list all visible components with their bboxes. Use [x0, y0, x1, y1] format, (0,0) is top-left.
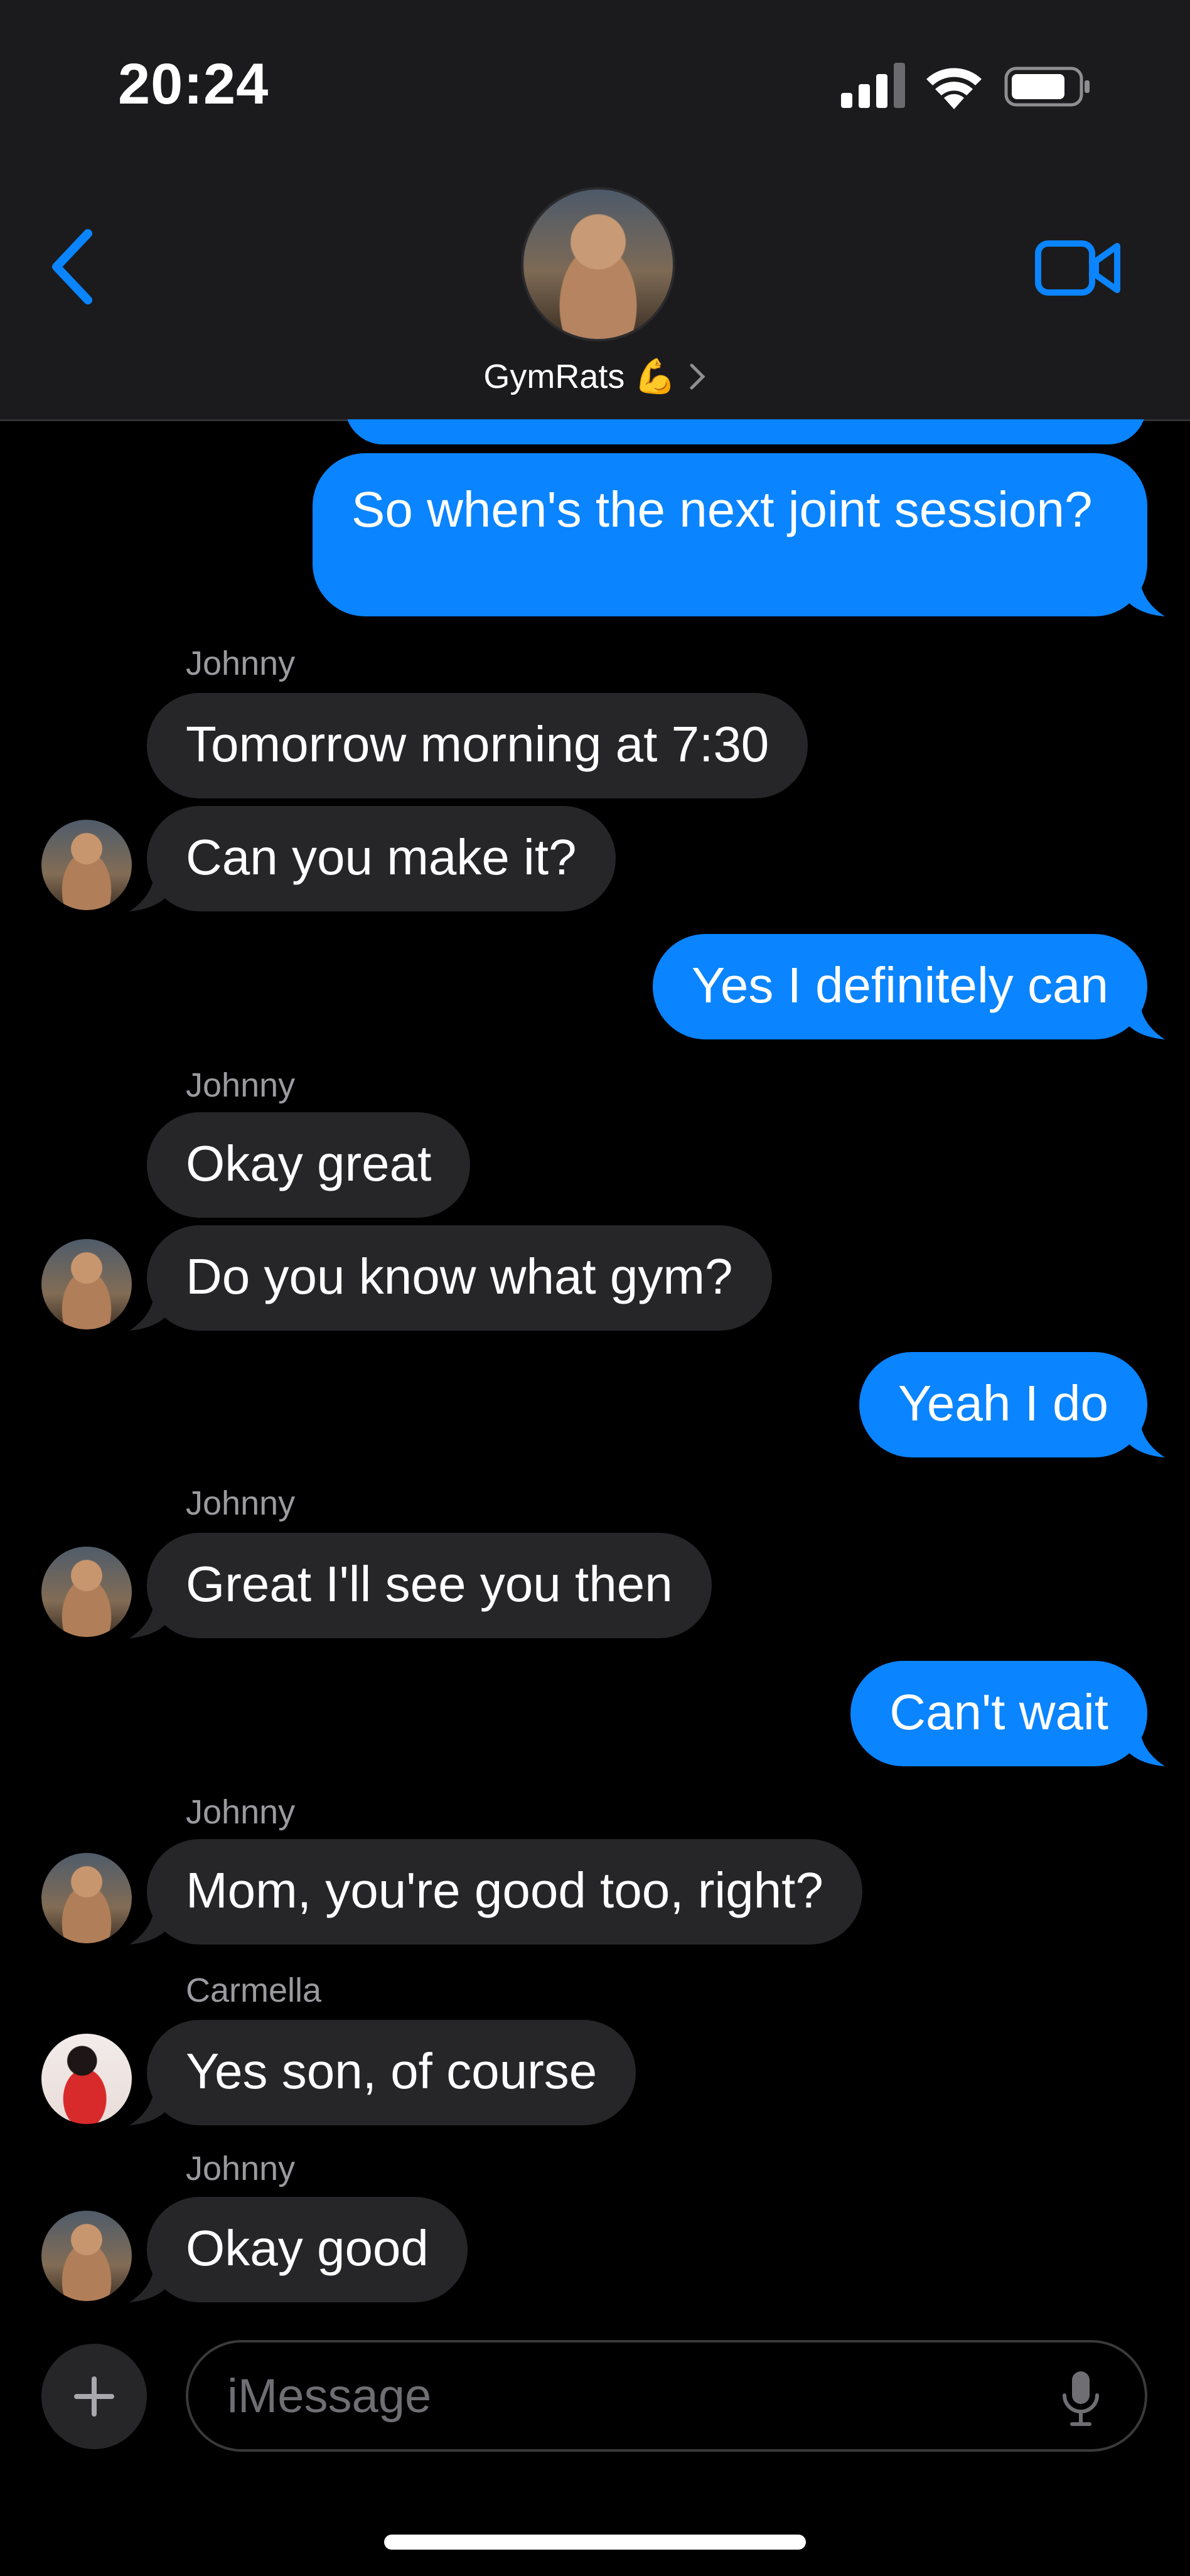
message-text: Great I'll see you then [186, 1556, 673, 1612]
message-bubble-partial[interactable] [345, 419, 1146, 444]
message-bubble-outgoing[interactable]: Can't wait [850, 1661, 1165, 1766]
sender-name: Johnny [186, 1793, 296, 1831]
compose-bar: iMessage [0, 2321, 1190, 2576]
bubble-tail [1115, 575, 1165, 616]
bubble-tail [1115, 1725, 1165, 1766]
bubble-tail [129, 2084, 180, 2125]
group-name: GymRats 💪 [483, 357, 677, 395]
message-placeholder: iMessage [227, 2369, 432, 2423]
message-bubble-incoming[interactable]: Tomorrow morning at 7:30 [147, 693, 808, 798]
message-text: Do you know what gym? [186, 1248, 733, 1304]
message-bubble-outgoing[interactable]: So when's the next joint session? [313, 453, 1165, 616]
plus-icon [74, 2376, 114, 2417]
wifi-icon [926, 68, 982, 109]
microphone-icon[interactable] [1061, 2369, 1101, 2427]
video-camera-icon[interactable] [1034, 237, 1122, 299]
signal-icon [841, 63, 905, 108]
message-text: Tomorrow morning at 7:30 [186, 716, 769, 772]
message-bubble-outgoing[interactable]: Yes I definitely can [652, 934, 1165, 1039]
avatar-johnny[interactable] [41, 1239, 132, 1329]
avatar-johnny[interactable] [41, 1853, 132, 1943]
battery-icon [1004, 67, 1090, 107]
message-list[interactable]: So when's the next joint session? Johnny… [0, 419, 1190, 2321]
apps-plus-button[interactable] [41, 2344, 147, 2449]
avatar-johnny[interactable] [41, 1547, 132, 1637]
message-text: So when's the next joint session? [351, 481, 1093, 537]
sender-name: Johnny [186, 645, 296, 682]
bubble-tail [1115, 998, 1165, 1039]
group-avatar[interactable] [521, 187, 675, 341]
conversation-header: GymRats 💪 [0, 157, 1190, 421]
message-text: Can't wait [889, 1684, 1108, 1740]
message-bubble-incoming[interactable]: Mom, you're good too, right? [129, 1839, 862, 1945]
sender-name: Johnny [186, 2150, 296, 2187]
status-time: 20:24 [118, 52, 269, 116]
group-info-button[interactable]: GymRats 💪 [0, 353, 1190, 400]
message-bubble-outgoing[interactable]: Yeah I do [859, 1352, 1165, 1457]
sender-name: Johnny [186, 1484, 296, 1522]
bubble-tail [1115, 1416, 1165, 1457]
message-text: Okay good [186, 2220, 429, 2276]
message-bubble-incoming[interactable]: Okay good [129, 2197, 468, 2302]
home-indicator[interactable] [384, 2535, 806, 2550]
chevron-right-icon [690, 363, 705, 390]
message-bubble-incoming[interactable]: Great I'll see you then [129, 1533, 712, 1638]
back-chevron-icon[interactable] [44, 226, 100, 308]
bubble-tail [129, 1597, 180, 1638]
sender-name: Johnny [186, 1066, 296, 1104]
message-bubble-incoming[interactable]: Do you know what gym? [129, 1225, 772, 1331]
message-bubble-incoming[interactable]: Yes son, of course [129, 2020, 636, 2125]
bubble-tail [129, 870, 180, 911]
message-text: Mom, you're good too, right? [186, 1862, 823, 1918]
avatar-carmella[interactable] [41, 2034, 132, 2124]
avatar-johnny[interactable] [41, 820, 132, 910]
bubble-tail [129, 1903, 180, 1945]
message-text: Yes I definitely can [691, 957, 1108, 1013]
status-bar: 20:24 [0, 0, 1190, 157]
message-text: Can you make it? [186, 829, 577, 885]
message-input[interactable]: iMessage [186, 2340, 1147, 2452]
message-text: Yeah I do [898, 1375, 1108, 1431]
message-text: Yes son, of course [186, 2043, 598, 2099]
bubble-tail [129, 2261, 180, 2302]
message-text: Okay great [186, 1135, 432, 1191]
sender-name: Carmella [186, 1972, 322, 2009]
avatar-johnny[interactable] [41, 2211, 132, 2301]
bubble-tail [129, 1289, 180, 1331]
message-bubble-incoming[interactable]: Okay great [147, 1112, 471, 1218]
message-bubble-incoming[interactable]: Can you make it? [129, 806, 616, 911]
